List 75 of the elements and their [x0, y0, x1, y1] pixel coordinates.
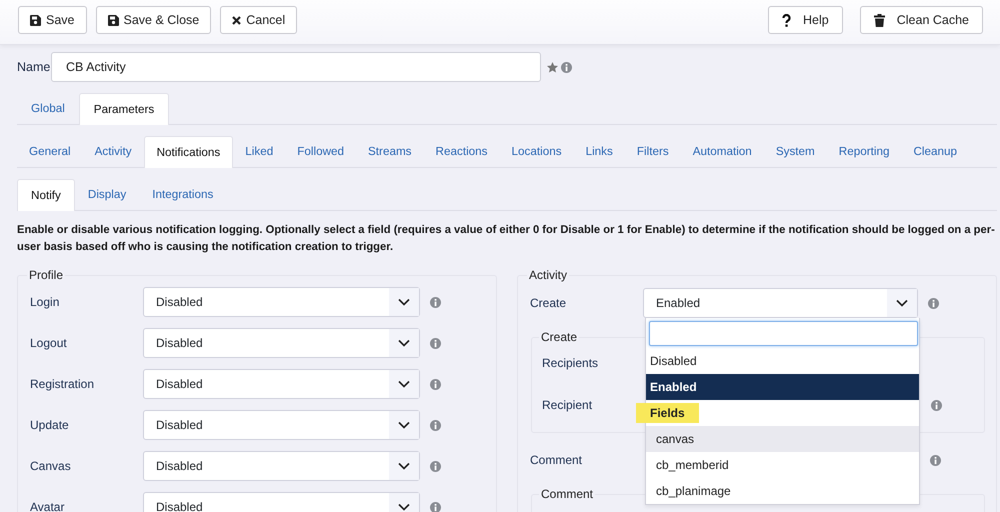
select-dropdown[interactable]: Disabled [143, 369, 420, 399]
field-label: Login [30, 295, 60, 309]
dropdown-option[interactable]: cb_planimage [646, 478, 919, 504]
chevron-down-icon [398, 380, 410, 388]
tab[interactable]: Global [17, 93, 79, 124]
info-icon [430, 502, 441, 512]
tab[interactable]: Cleanup [901, 136, 970, 167]
info-icon [430, 378, 441, 390]
trash-icon [874, 14, 885, 26]
field-label: Update [30, 418, 70, 432]
dropdown-option[interactable]: cb_memberid [646, 452, 919, 478]
toolbar-button[interactable]: Save [18, 6, 86, 34]
tab[interactable]: Filters [624, 136, 681, 167]
tab[interactable]: Reporting [826, 136, 902, 167]
tab[interactable]: Notifications [144, 136, 234, 168]
name-input[interactable]: CB Activity [51, 52, 541, 82]
search-input[interactable] [649, 321, 918, 346]
info-icon [928, 298, 939, 308]
tab[interactable]: Notify [17, 179, 75, 211]
select-dropdown[interactable]: Disabled [143, 410, 420, 440]
info-icon [930, 454, 941, 466]
tab[interactable]: Display [74, 179, 140, 210]
chevron-down-icon [398, 503, 410, 511]
info-icon [430, 296, 441, 308]
toolbar-button[interactable]: Cancel [220, 6, 298, 34]
tab[interactable]: General [17, 136, 83, 167]
field-label: Registration [30, 377, 96, 391]
toolbar-button[interactable]: Clean Cache [860, 6, 983, 34]
dropdown-option[interactable]: canvas [646, 426, 919, 452]
info-icon [931, 400, 942, 410]
tab[interactable]: Activity [82, 136, 144, 167]
panel-legend: Comment [539, 487, 596, 501]
tab[interactable]: Streams [356, 136, 424, 167]
tab[interactable]: Automation [680, 136, 764, 167]
chevron-down-icon [398, 339, 410, 347]
chevron-down-icon [896, 299, 908, 307]
field-label: Logout [30, 336, 68, 350]
info-icon [430, 420, 441, 430]
highlighted-group-label: Fields [636, 403, 699, 423]
toolbar-button[interactable]: Help [768, 6, 843, 34]
select-dropdown[interactable]: Disabled [143, 451, 420, 481]
select-dropdown[interactable]: Disabled [143, 328, 420, 358]
select-dropdown[interactable]: Disabled [143, 492, 420, 512]
tab[interactable]: Reactions [424, 136, 500, 167]
close-icon [232, 16, 242, 24]
select-dropdown[interactable]: Disabled [143, 287, 420, 317]
help-icon [782, 14, 792, 26]
select-dropdown[interactable]: Enabled [643, 288, 918, 318]
panel-legend: Create [539, 330, 580, 344]
chevron-down-icon [398, 298, 410, 306]
info-icon [561, 62, 572, 72]
tab[interactable]: Locations [500, 136, 574, 167]
star-icon [547, 62, 558, 72]
name-label: Name [17, 60, 51, 74]
dropdown-option[interactable]: Enabled [646, 374, 919, 400]
dropdown-option[interactable]: Disabled [646, 348, 919, 374]
field-label: Recipient [542, 398, 594, 412]
field-label: Canvas [30, 459, 72, 473]
panel-legend: Profile [27, 268, 66, 282]
tab[interactable]: Liked [233, 136, 286, 167]
info-icon [430, 460, 441, 472]
field-label: Avatar [30, 500, 66, 512]
chevron-down-icon [398, 421, 410, 429]
tab[interactable]: Links [574, 136, 625, 167]
info-icon [430, 338, 441, 348]
field-label: Create [530, 296, 568, 310]
description-text: Enable or disable various notification logging. Optionally select a field (requires a value of either 0 for Disable or 1 for Enable) to determine if the notification should be logged on a per-user basis based off who is causing the notification creation to trigger. [17, 223, 996, 255]
field-label: Comment [530, 453, 584, 467]
tab[interactable]: Parameters [78, 93, 170, 125]
tab[interactable]: System [764, 136, 827, 167]
chevron-down-icon [398, 462, 410, 470]
tab[interactable]: Followed [285, 136, 356, 167]
tab[interactable]: Integrations [139, 179, 226, 210]
toolbar-button[interactable]: Save & Close [96, 6, 212, 34]
panel-legend: Activity [527, 268, 570, 282]
